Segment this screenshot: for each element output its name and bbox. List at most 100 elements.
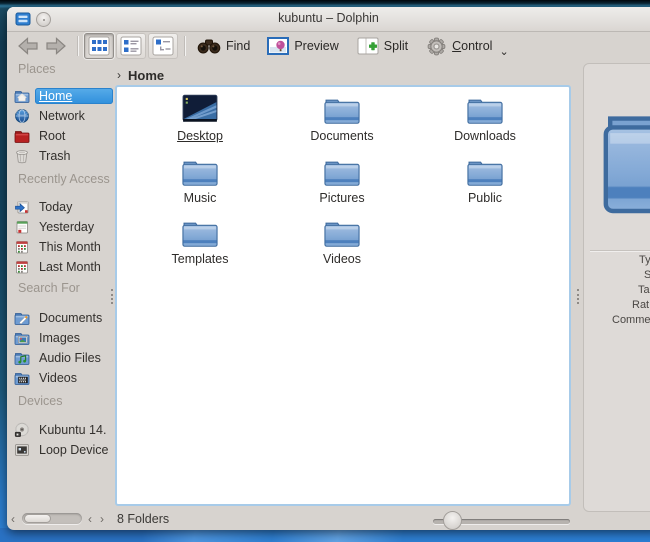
scroll-right-icon[interactable]: ›	[100, 512, 104, 526]
folder-icon	[466, 93, 504, 126]
icons-view-icon	[88, 36, 110, 56]
folder-icon	[181, 155, 219, 188]
breadcrumb-home[interactable]: Home	[128, 68, 164, 83]
status-text: 8 Folders	[117, 512, 170, 526]
folder-videos-icon	[14, 370, 30, 386]
sidebar-item-last-month[interactable]: Last Month	[14, 257, 113, 277]
calendar-yesterday-icon	[14, 219, 30, 235]
sidebar-item-videos[interactable]: Videos	[14, 368, 113, 388]
info-field-label-rating: Rat	[632, 299, 650, 311]
split-view-icon	[357, 37, 379, 55]
folder-red-icon	[14, 128, 30, 144]
scroll-left-icon[interactable]: ‹	[11, 512, 15, 526]
tree-view-icon	[152, 36, 174, 56]
scrollbar-groove[interactable]	[22, 513, 82, 524]
info-field-label-type: Ty	[639, 254, 650, 266]
control-button[interactable]: Control ⌄	[426, 33, 509, 59]
folder-audio-icon	[14, 350, 30, 366]
split-label: Split	[383, 39, 409, 53]
sidebar-item-loop-device[interactable]: Loop Device	[14, 440, 113, 460]
toolbar-separator	[184, 36, 185, 56]
find-label: Find	[226, 39, 251, 53]
back-arrow-icon	[17, 36, 39, 56]
find-button[interactable]: Find	[197, 33, 250, 59]
preview-button[interactable]: Preview	[267, 33, 339, 59]
window-title: kubuntu – Dolphin	[278, 11, 379, 25]
folder-item-desktop[interactable]: Desktop	[140, 93, 260, 143]
sidebar-item-documents[interactable]: Documents	[14, 308, 113, 328]
scrollbar-thumb[interactable]	[24, 514, 51, 523]
sidebar-item-audio-files[interactable]: Audio Files	[14, 348, 113, 368]
sidebar-item-kubuntu[interactable]: Kubuntu 14.	[14, 420, 113, 440]
calendar-today-icon	[14, 199, 30, 215]
titlebar[interactable]: kubuntu – Dolphin	[7, 7, 650, 32]
info-field-label-comment: Comme	[612, 314, 650, 326]
gear-icon	[426, 36, 447, 57]
sidebar-item-today[interactable]: Today	[14, 197, 113, 217]
panel-splitter-handle[interactable]	[577, 289, 579, 304]
desktop-icon	[181, 93, 219, 126]
sidebar-item-home[interactable]: Home	[14, 86, 113, 106]
trash-icon	[14, 148, 30, 164]
info-field-label-size: S	[644, 269, 650, 281]
desktop-wallpaper	[0, 528, 650, 542]
back-button[interactable]	[15, 34, 40, 58]
folder-icon	[181, 216, 219, 249]
forward-button[interactable]	[43, 34, 68, 58]
details-view-icon	[120, 36, 142, 56]
folder-item-pictures[interactable]: Pictures	[282, 155, 402, 205]
folder-item-videos[interactable]: Videos	[282, 216, 402, 266]
folder-item-templates[interactable]: Templates	[140, 216, 260, 266]
details-view-button[interactable]	[116, 33, 146, 59]
information-panel: Ty S Ta Rat Comme	[583, 63, 650, 512]
toolbar: Find Preview Split Control ⌄	[7, 31, 650, 61]
preview-image-icon	[267, 37, 289, 55]
folder-item-documents[interactable]: Documents	[282, 93, 402, 143]
forward-arrow-icon	[45, 36, 67, 56]
folder-icon	[323, 216, 361, 249]
drive-icon	[14, 442, 30, 458]
section-header-search-for: Search For	[18, 281, 80, 295]
dolphin-window: kubuntu – Dolphin Find Preview Split Con…	[7, 7, 650, 530]
binoculars-icon	[197, 37, 221, 55]
screenshot-stage: kubuntu – Dolphin Find Preview Split Con…	[0, 0, 650, 542]
chevron-down-icon: ⌄	[499, 45, 509, 58]
breadcrumb-chevron-icon[interactable]: ›	[117, 68, 121, 82]
tree-view-button[interactable]	[148, 33, 178, 59]
sidebar-item-network[interactable]: Network	[14, 106, 113, 126]
sidebar-scrollbar[interactable]: ‹ ‹ ›	[11, 512, 113, 526]
preview-label: Preview	[294, 39, 339, 53]
sidebar-item-root[interactable]: Root	[14, 126, 113, 146]
info-field-label-tags: Ta	[638, 284, 650, 296]
globe-network-icon	[14, 108, 30, 124]
folder-icon	[466, 155, 504, 188]
disc-icon	[14, 422, 30, 438]
sidebar-item-images[interactable]: Images	[14, 328, 113, 348]
folder-home-icon	[14, 88, 30, 104]
section-header-places: Places	[18, 62, 56, 76]
zoom-slider-handle[interactable]	[443, 511, 462, 530]
folder-item-music[interactable]: Music	[140, 155, 260, 205]
folder-item-public[interactable]: Public	[425, 155, 545, 205]
folder-documents-icon	[14, 310, 30, 326]
folder-item-downloads[interactable]: Downloads	[425, 93, 545, 143]
breadcrumb: › Home	[117, 65, 164, 85]
panel-separator	[590, 250, 650, 251]
section-header-devices: Devices	[18, 394, 63, 408]
toolbar-separator	[77, 36, 78, 56]
calendar-month-icon	[14, 259, 30, 275]
folder-images-icon	[14, 330, 30, 346]
icons-view-button[interactable]	[84, 33, 114, 59]
scroll-left-icon[interactable]: ‹	[88, 512, 92, 526]
folder-icon	[323, 93, 361, 126]
folder-preview-icon	[599, 90, 650, 222]
folder-icon	[323, 155, 361, 188]
folder-view[interactable]: Desktop Documents Downloads Music Pictur…	[115, 85, 571, 506]
section-header-recently: Recently Access	[18, 172, 110, 186]
control-label: Control	[452, 39, 493, 53]
sidebar-item-this-month[interactable]: This Month	[14, 237, 113, 257]
sidebar-item-yesterday[interactable]: Yesterday	[14, 217, 113, 237]
sidebar-splitter-handle[interactable]	[111, 289, 113, 304]
split-button[interactable]: Split	[357, 33, 408, 59]
sidebar-item-trash[interactable]: Trash	[14, 146, 113, 166]
